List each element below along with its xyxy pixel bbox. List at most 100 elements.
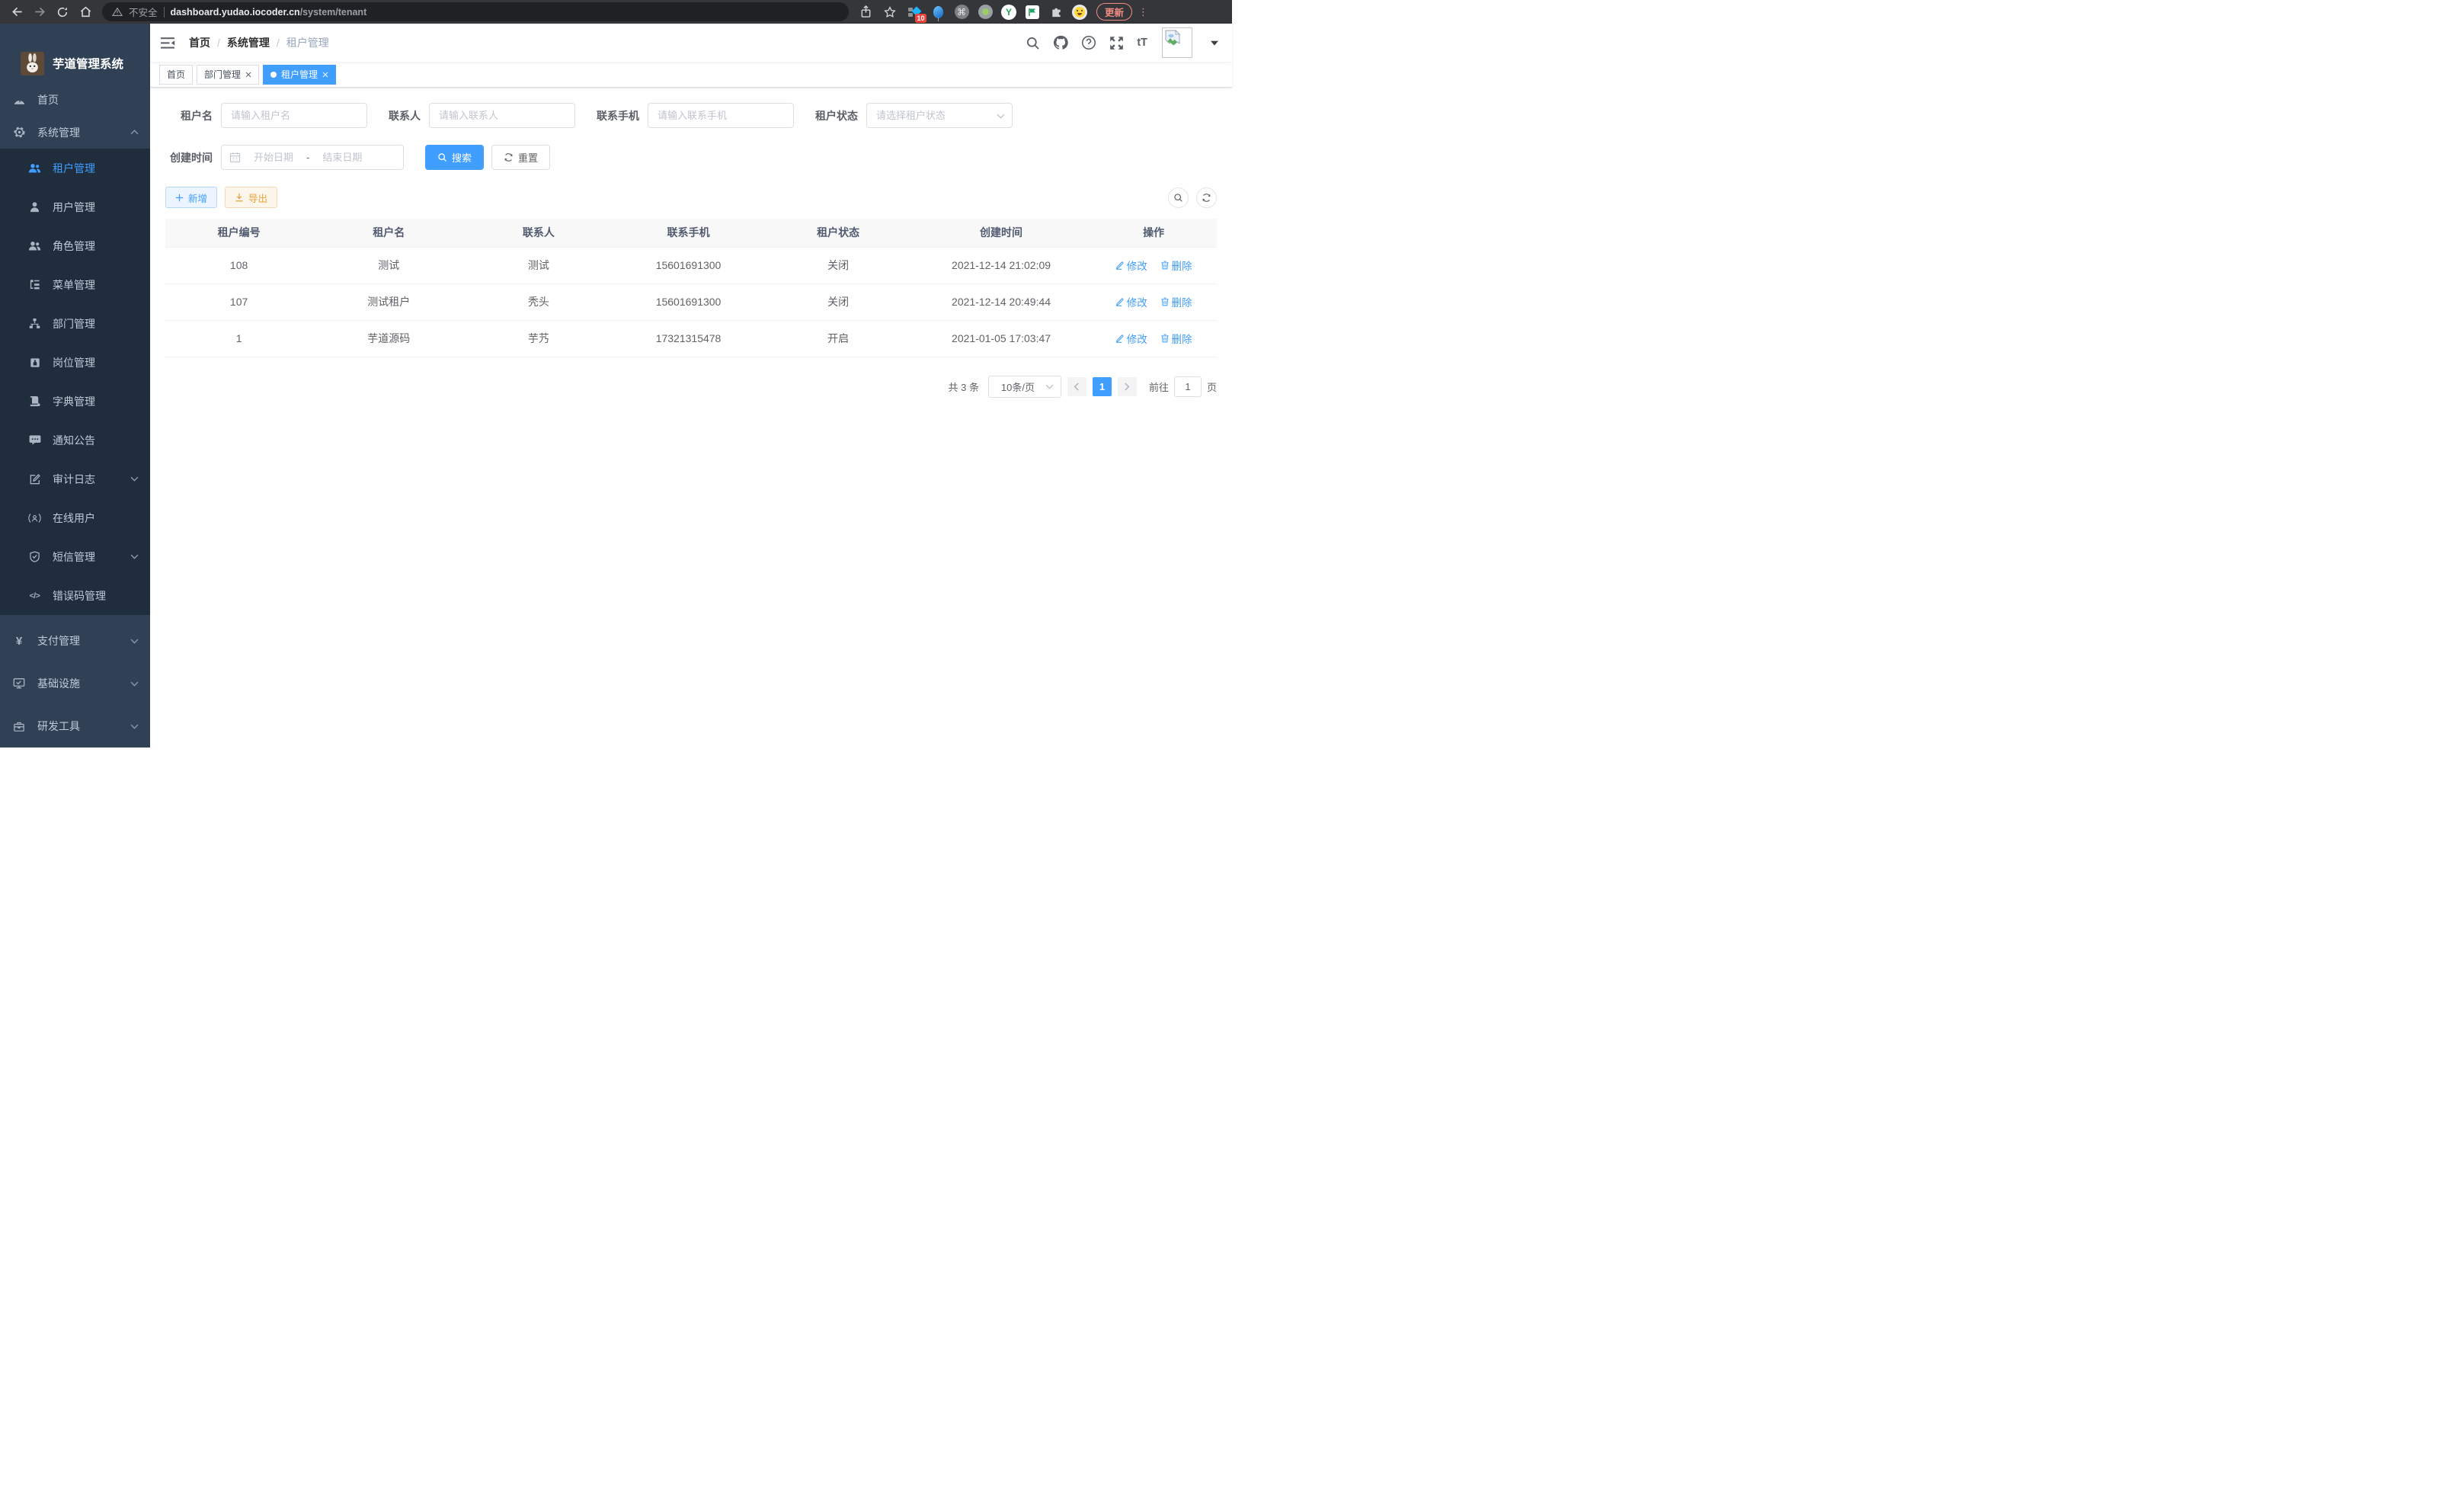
sidebar-item-dept[interactable]: 部门管理 (0, 304, 150, 343)
prev-page-button[interactable] (1067, 377, 1086, 396)
sidebar-item-label: 字典管理 (53, 394, 139, 409)
sidebar-item-home[interactable]: 首页 (0, 84, 150, 117)
cell-created-at: 2021-01-05 17:03:47 (912, 320, 1091, 357)
security-label: 不安全 (129, 5, 158, 19)
github-icon[interactable] (1053, 35, 1068, 50)
home-icon[interactable] (76, 3, 94, 21)
sidebar-item-role[interactable]: 角色管理 (0, 226, 150, 265)
url-divider (164, 7, 165, 18)
sidebar-item-pay[interactable]: ¥ 支付管理 (0, 619, 150, 662)
header-search-icon[interactable] (1026, 36, 1040, 50)
page-size-select[interactable]: 10条/页 (988, 376, 1061, 398)
sidebar-item-audit-log[interactable]: 审计日志 (0, 459, 150, 498)
status-select-input[interactable] (866, 103, 1013, 128)
page-number-1[interactable]: 1 (1093, 377, 1112, 396)
sidebar-item-infra[interactable]: 基础设施 (0, 662, 150, 705)
export-button[interactable]: 导出 (225, 187, 277, 208)
sidebar-item-tenant[interactable]: 租户管理 (0, 149, 150, 187)
toggle-search-icon[interactable] (1168, 187, 1189, 208)
avatar-caret-down-icon[interactable] (1211, 40, 1218, 46)
tab-label: 首页 (167, 68, 185, 81)
extension-recorder-icon[interactable] (978, 5, 993, 20)
tab-dept[interactable]: 部门管理 (197, 65, 259, 85)
date-range-picker[interactable]: - (221, 145, 404, 170)
delete-link[interactable]: 删除 (1160, 258, 1192, 273)
reset-button-label: 重置 (518, 150, 538, 165)
refresh-table-icon[interactable] (1196, 187, 1217, 208)
sidebar-item-label: 租户管理 (53, 161, 139, 176)
search-button[interactable]: 搜索 (425, 145, 484, 170)
main-panel: 首页 / 系统管理 / 租户管理 tT (150, 24, 1232, 748)
chevron-down-icon (130, 681, 139, 687)
edit-label: 修改 (1127, 294, 1147, 309)
edit-link[interactable]: 修改 (1115, 294, 1147, 309)
hamburger-icon[interactable] (160, 37, 175, 50)
extension-monkey-icon[interactable]: 10 (907, 5, 922, 20)
delete-link[interactable]: 删除 (1160, 331, 1192, 346)
filter-tenant-name: 租户名 (165, 103, 367, 128)
font-size-icon[interactable]: tT (1137, 37, 1147, 49)
mobile-input[interactable] (648, 103, 794, 128)
cell-actions: 修改 删除 (1090, 247, 1217, 283)
status-select[interactable] (866, 103, 1013, 128)
extensions-puzzle-icon[interactable] (1048, 5, 1064, 20)
sms-shield-icon (28, 551, 41, 562)
sidebar-item-sms[interactable]: 短信管理 (0, 537, 150, 576)
extension-y-icon[interactable]: Y (1001, 5, 1016, 20)
back-icon[interactable] (8, 3, 26, 21)
extension-flag-icon[interactable] (1025, 5, 1040, 20)
sidebar-item-online-user[interactable]: 在线用户 (0, 498, 150, 537)
share-icon[interactable] (856, 3, 875, 21)
sidebar-item-dev-tools[interactable]: 研发工具 (0, 705, 150, 748)
close-icon[interactable] (322, 72, 328, 78)
sidebar-item-error-code[interactable]: </> 错误码管理 (0, 576, 150, 615)
col-status: 租户状态 (765, 219, 912, 247)
edit-link[interactable]: 修改 (1115, 331, 1147, 346)
filter-status: 租户状态 (815, 103, 1013, 128)
field-label: 创建时间 (165, 150, 213, 165)
delete-label: 删除 (1172, 294, 1192, 309)
sidebar-item-menu[interactable]: 菜单管理 (0, 265, 150, 304)
extension-command-icon[interactable]: ⌘ (954, 5, 969, 20)
sidebar-item-system[interactable]: 系统管理 (0, 116, 150, 149)
end-date-input[interactable] (312, 152, 372, 163)
sidebar-item-dict[interactable]: 字典管理 (0, 382, 150, 421)
chrome-update-button[interactable]: 更新 (1096, 3, 1132, 21)
delete-link[interactable]: 删除 (1160, 294, 1192, 309)
browser-menu-icon[interactable]: ⋮ (1138, 6, 1149, 18)
contact-input[interactable] (429, 103, 575, 128)
tenant-name-input[interactable] (221, 103, 367, 128)
edit-link[interactable]: 修改 (1115, 258, 1147, 273)
start-date-input[interactable] (244, 152, 303, 163)
sidebar-item-notice[interactable]: 通知公告 (0, 421, 150, 459)
col-actions: 操作 (1090, 219, 1217, 247)
sidebar-logo[interactable]: 芋道管理系统 (0, 24, 150, 84)
fullscreen-icon[interactable] (1109, 36, 1124, 50)
jump-page-input[interactable] (1174, 376, 1202, 397)
reload-icon[interactable] (53, 3, 72, 21)
tab-tenant[interactable]: 租户管理 (263, 65, 336, 85)
jump-suffix: 页 (1207, 379, 1217, 394)
url-bar[interactable]: 不安全 dashboard.yudao.iocoder.cn/system/te… (102, 2, 849, 21)
col-mobile: 联系手机 (612, 219, 764, 247)
update-label: 更新 (1105, 5, 1124, 19)
breadcrumb-system[interactable]: 系统管理 (227, 35, 270, 50)
sidebar-item-user[interactable]: 用户管理 (0, 187, 150, 226)
col-tenant-id: 租户编号 (165, 219, 312, 247)
close-icon[interactable] (245, 72, 251, 78)
sidebar-item-post[interactable]: 岗位管理 (0, 343, 150, 382)
sidebar-item-label: 首页 (37, 92, 139, 107)
help-icon[interactable] (1081, 35, 1096, 50)
add-button[interactable]: 新增 (165, 187, 217, 208)
reset-button[interactable]: 重置 (491, 145, 550, 170)
tab-home[interactable]: 首页 (159, 65, 193, 85)
next-page-button[interactable] (1118, 377, 1137, 396)
forward-icon[interactable] (30, 3, 49, 21)
sidebar: 芋道管理系统 首页 系统管理 租户管理 (0, 24, 150, 748)
breadcrumb-home[interactable]: 首页 (189, 35, 210, 50)
extension-balloon-icon[interactable] (930, 5, 946, 20)
user-avatar-broken-image[interactable] (1162, 27, 1192, 58)
bookmark-star-icon[interactable] (881, 3, 899, 21)
app-window: 芋道管理系统 首页 系统管理 租户管理 (0, 24, 1232, 748)
profile-avatar-icon[interactable] (1072, 5, 1087, 20)
